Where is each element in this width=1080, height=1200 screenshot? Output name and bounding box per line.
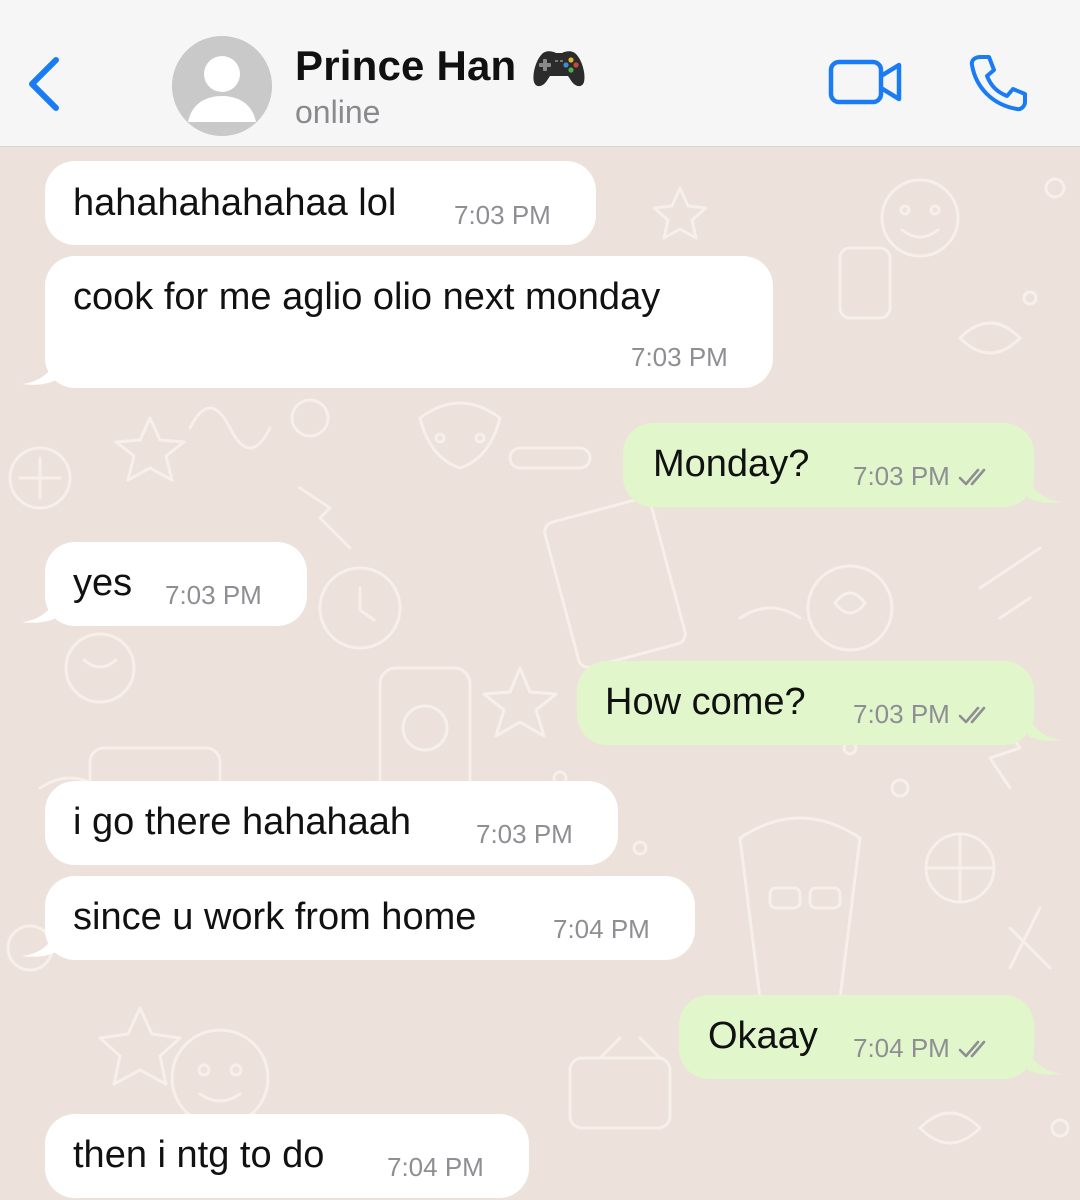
double-check-icon [958,1040,986,1057]
message-text: since u work from home [73,896,477,938]
contact-name-row[interactable]: Prince Han [295,38,588,94]
message-bubble-outgoing[interactable]: How come? 7:03 PM [577,661,1034,745]
message-time: 7:03 PM [853,461,994,492]
message-time: 7:04 PM [553,914,650,944]
person-icon [172,36,272,136]
back-button[interactable] [18,52,68,116]
contact-status: online [295,94,381,130]
message-time: 7:04 PM [387,1152,484,1182]
message-time: 7:03 PM [165,580,262,610]
message-bubble-incoming[interactable]: since u work from home 7:04 PM [45,876,695,960]
bubble-tail [1028,714,1062,741]
message-bubble-incoming[interactable]: yes 7:03 PM [45,542,307,626]
message-time-label: 7:03 PM [853,461,950,491]
message-text: hahahahahahaa lol [73,182,397,224]
game-controller-icon [533,51,585,87]
message-text: cook for me aglio olio next monday [73,276,661,318]
chat-area[interactable]: hahahahahahaa lol 7:03 PM cook for me ag… [0,148,1080,1200]
message-text: then i ntg to do [73,1134,325,1176]
bubble-tail [22,930,56,957]
message-text: Okaay [708,1015,818,1057]
video-camera-icon [828,59,902,105]
chevron-left-icon [29,57,59,111]
message-time: 7:03 PM [853,699,994,730]
message-text: i go there hahahaah [73,801,412,843]
message-bubble-incoming[interactable]: i go there hahahaah 7:03 PM [45,781,618,865]
video-call-button[interactable] [826,52,906,112]
bubble-tail [22,596,56,623]
message-bubble-incoming[interactable]: hahahahahahaa lol 7:03 PM [45,161,596,245]
phone-icon [969,55,1027,112]
message-time: 7:03 PM [631,342,728,372]
bubble-tail [1028,1048,1062,1075]
message-time-label: 7:04 PM [853,1033,950,1063]
avatar[interactable] [172,36,272,136]
message-bubble-incoming[interactable]: cook for me aglio olio next monday 7:03 … [45,256,773,388]
message-time: 7:03 PM [476,819,573,849]
message-text: yes [73,562,133,604]
message-time: 7:03 PM [454,200,551,230]
double-check-icon [958,706,986,723]
chat-header: Prince Han online [0,0,1080,147]
double-check-icon [958,468,986,485]
bubble-tail [22,358,56,385]
message-text: Monday? [653,443,810,485]
contact-name: Prince Han [295,42,517,89]
message-bubble-outgoing[interactable]: Okaay 7:04 PM [679,995,1034,1079]
voice-call-button[interactable] [962,50,1034,116]
message-time-label: 7:03 PM [853,699,950,729]
message-bubble-outgoing[interactable]: Monday? 7:03 PM [623,423,1034,507]
message-bubble-incoming[interactable]: then i ntg to do 7:04 PM [45,1114,529,1198]
bubble-tail [1028,476,1062,503]
message-text: How come? [605,681,806,723]
message-time: 7:04 PM [853,1033,994,1064]
